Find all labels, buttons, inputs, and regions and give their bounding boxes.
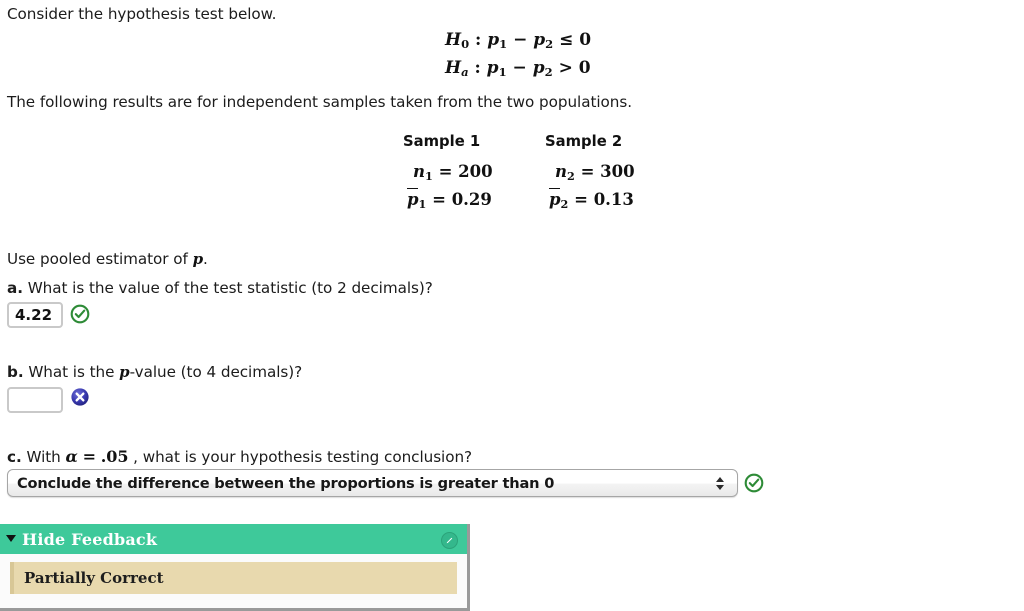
question-b: b. What is the p-value (to 4 decimals)? [7, 363, 303, 381]
intro-prompt: Consider the hypothesis test below. [7, 5, 277, 23]
sample-2-size-symbol: n [555, 162, 567, 181]
null-hypothesis-term1-sub: 1 [499, 37, 508, 52]
hide-feedback-label: Hide Feedback [22, 529, 158, 549]
null-hypothesis: H0 : p1 − p2 ≤ 0 [445, 32, 591, 51]
alt-hypothesis-term2-sub: 2 [544, 65, 553, 80]
conclusion-select[interactable]: Conclude the difference between the prop… [7, 469, 738, 497]
triangle-down-icon [6, 534, 16, 542]
null-hypothesis-term1: p [487, 30, 500, 50]
pooled-note-prefix: Use pooled estimator of [7, 250, 193, 268]
question-c-alpha: α [65, 447, 78, 466]
sample-2-size-sub: 2 [567, 169, 575, 184]
sample-2-size: n2 = 300 [555, 162, 635, 183]
null-hypothesis-label-sub: 0 [461, 37, 470, 52]
alternative-hypothesis: Ha : p1 − p2 > 0 [445, 60, 591, 79]
question-b-text-after: -value (to 4 decimals)? [129, 363, 303, 381]
null-hypothesis-term2: p [533, 30, 546, 50]
question-c-letter: c. [7, 448, 22, 466]
sample-1-size: n1 = 200 [413, 162, 493, 183]
feedback-body: Partially Correct [0, 554, 467, 604]
question-a: a. What is the value of the test statist… [7, 279, 433, 297]
question-c-text-after: , what is your hypothesis testing conclu… [128, 448, 473, 466]
alt-hypothesis-term1-sub: 1 [498, 65, 507, 80]
null-hypothesis-label: H [445, 30, 462, 50]
alt-hypothesis-label: H [445, 58, 462, 78]
sample-1-size-value: 200 [458, 162, 493, 181]
null-hypothesis-term2-sub: 2 [545, 37, 554, 52]
alt-hypothesis-value: 0 [578, 58, 591, 78]
question-c: c. With α = .05 , what is your hypothesi… [7, 449, 472, 465]
hide-feedback-toggle[interactable]: Hide Feedback [0, 524, 467, 554]
alt-hypothesis-term2: p [532, 58, 545, 78]
sample-1-size-eq: = [438, 162, 453, 181]
sample-1-proportion: p1 = 0.29 [407, 187, 492, 212]
alt-hypothesis-relation: > [558, 58, 573, 78]
sample-1-proportion-sub: 1 [418, 197, 427, 212]
sample-2-proportion-value: 0.13 [593, 190, 634, 209]
pooled-note-suffix: . [203, 250, 208, 268]
question-c-alpha-value: .05 [100, 447, 129, 466]
p-value-input[interactable] [7, 387, 63, 413]
alt-hypothesis-label-sub: a [461, 65, 469, 80]
sample-2-size-value: 300 [600, 162, 635, 181]
feedback-panel: Hide Feedback Partially Correct [0, 524, 470, 611]
null-hypothesis-relation: ≤ [559, 30, 574, 50]
alt-hypothesis-minus: − [512, 58, 527, 78]
sample-1-proportion-eq: = [432, 190, 446, 209]
sample-2-size-eq: = [580, 162, 595, 181]
question-b-text-before: What is the [23, 363, 120, 381]
test-statistic-input[interactable]: 4.22 [7, 302, 63, 328]
null-hypothesis-value: 0 [579, 30, 592, 50]
sample-1-size-symbol: n [413, 162, 425, 181]
conclusion-select-value: Conclude the difference between the prop… [17, 474, 555, 492]
question-b-letter: b. [7, 363, 24, 381]
sample-2-proportion-symbol: p [549, 187, 561, 209]
alt-hypothesis-term1: p [486, 58, 499, 78]
question-a-text: What is the value of the test statistic … [22, 279, 433, 297]
pooled-estimator-note: Use pooled estimator of p. [7, 250, 208, 268]
question-c-eq: = [82, 447, 96, 466]
sample-2-proportion-eq: = [574, 190, 588, 209]
chevron-down-icon [716, 484, 724, 490]
check-circle-icon [70, 304, 90, 324]
pooled-note-symbol: p [192, 250, 204, 268]
alt-hypothesis-colon: : [474, 58, 481, 78]
chevron-up-icon [716, 476, 724, 482]
null-hypothesis-colon: : [475, 30, 482, 50]
question-b-symbol: p [119, 363, 130, 381]
partially-correct-banner: Partially Correct [10, 562, 457, 594]
sample-1-header: Sample 1 [403, 133, 481, 150]
edit-circle-icon[interactable] [441, 532, 458, 549]
sample-1-proportion-value: 0.29 [451, 190, 492, 209]
question-a-letter: a. [7, 279, 23, 297]
check-circle-icon [744, 473, 764, 493]
sample-1-proportion-symbol: p [407, 187, 419, 209]
sample-1-size-sub: 1 [425, 169, 433, 184]
question-c-text-before: With [21, 448, 66, 466]
sample-2-proportion: p2 = 0.13 [549, 187, 634, 212]
x-circle-icon [70, 387, 90, 407]
results-note: The following results are for independen… [7, 93, 633, 111]
sample-2-proportion-sub: 2 [560, 197, 569, 212]
sample-2-header: Sample 2 [545, 133, 623, 150]
select-stepper-arrows[interactable] [709, 476, 737, 490]
null-hypothesis-minus: − [513, 30, 528, 50]
